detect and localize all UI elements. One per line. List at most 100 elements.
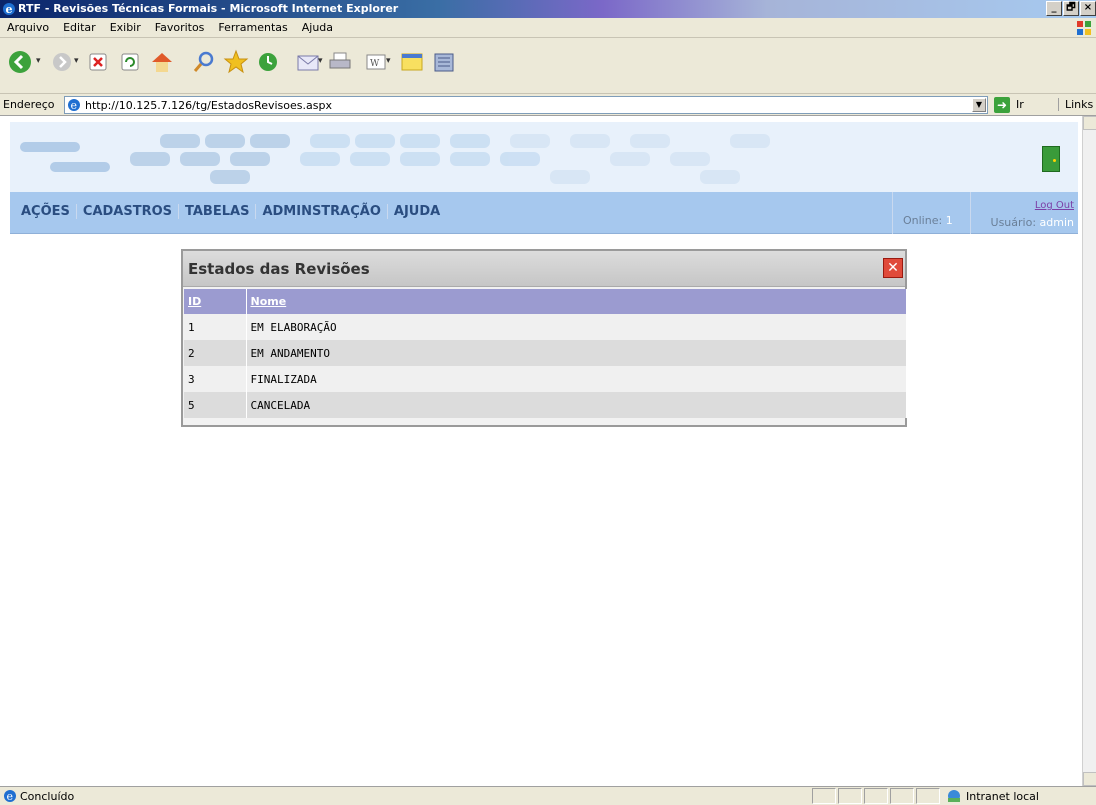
nav-tabelas[interactable]: TABELAS [179, 204, 257, 219]
cell-nome: FINALIZADA [246, 366, 907, 392]
banner-pattern [10, 122, 910, 192]
back-arrow-icon [9, 51, 31, 73]
menu-editar[interactable]: Editar [56, 21, 103, 34]
column-header-id[interactable]: ID [184, 289, 247, 314]
links-label[interactable]: Links [1058, 98, 1093, 111]
cell-id: 5 [184, 392, 247, 418]
address-bar: Endereço e http://10.125.7.126/tg/Estado… [0, 94, 1096, 116]
history-icon [259, 53, 277, 71]
word-icon: W [366, 54, 386, 70]
main-navigation: AÇÕES CADASTROS TABELAS ADMINSTRAÇÃO AJU… [10, 192, 1078, 234]
edit-dropdown-icon[interactable]: ▾ [386, 56, 391, 66]
svg-text:W: W [370, 59, 380, 69]
nav-cadastros[interactable]: CADASTROS [77, 204, 180, 219]
status-bar: e Concluído Intranet local [0, 786, 1096, 805]
mail-icon [297, 55, 319, 71]
status-text: Concluído [20, 790, 75, 803]
nav-acoes[interactable]: AÇÕES [15, 204, 77, 219]
window-controls: _ 🗗 × [1046, 1, 1096, 16]
forward-dropdown-icon[interactable]: ▾ [74, 56, 79, 66]
table-row[interactable]: 2 EM ANDAMENTO [184, 340, 907, 366]
note-icon [401, 53, 423, 71]
cell-nome: EM ANDAMENTO [246, 340, 907, 366]
messenger-button[interactable] [430, 48, 458, 76]
menu-bar: Arquivo Editar Exibir Favoritos Ferramen… [0, 18, 1096, 38]
home-button[interactable] [148, 48, 176, 76]
go-label[interactable]: Ir [1016, 98, 1024, 111]
table-row[interactable]: 5 CANCELADA [184, 392, 907, 418]
search-button[interactable] [190, 48, 218, 76]
estados-table: ID Nome 1 EM ELABORAÇÃO 2 EM ANDAMENTO 3… [184, 289, 907, 418]
table-header-row: ID Nome [184, 289, 907, 314]
nav-ajuda[interactable]: AJUDA [388, 204, 446, 219]
user-indicator: Usuário: admin [991, 216, 1074, 229]
discuss-button[interactable] [398, 48, 426, 76]
table-row[interactable]: 3 FINALIZADA [184, 366, 907, 392]
table-row[interactable]: 1 EM ELABORAÇÃO [184, 314, 907, 340]
maximize-button[interactable]: 🗗 [1063, 1, 1079, 16]
refresh-icon [121, 53, 139, 71]
forward-button[interactable] [48, 48, 76, 76]
print-button[interactable] [326, 48, 354, 76]
user-cell: Log Out Usuário: admin [970, 192, 1078, 234]
status-pane [864, 788, 888, 804]
refresh-button[interactable] [116, 48, 144, 76]
cell-id: 3 [184, 366, 247, 392]
status-pane [812, 788, 836, 804]
user-name: admin [1039, 216, 1074, 229]
svg-text:e: e [71, 99, 78, 112]
column-header-nome[interactable]: Nome [246, 289, 907, 314]
menu-ajuda[interactable]: Ajuda [295, 21, 340, 34]
online-cell: Online: 1 [892, 192, 970, 234]
go-button[interactable]: ➜ [994, 97, 1010, 113]
toolbar: ▾ ▾ ▾ W ▾ [0, 38, 1096, 94]
windows-logo-icon [1077, 21, 1091, 35]
status-pane [916, 788, 940, 804]
session-info: Online: 1 Log Out Usuário: admin [892, 192, 1078, 234]
home-icon [152, 53, 172, 72]
menu-favoritos[interactable]: Favoritos [148, 21, 212, 34]
cell-nome: EM ELABORAÇÃO [246, 314, 907, 340]
status-pane [838, 788, 862, 804]
zone-label: Intranet local [966, 789, 1039, 803]
back-button[interactable] [6, 48, 34, 76]
address-url: http://10.125.7.126/tg/EstadosRevisoes.a… [85, 98, 332, 112]
close-panel-button[interactable]: ✕ [883, 258, 903, 278]
estados-panel: Estados das Revisões ✕ ID Nome 1 EM ELAB… [181, 249, 907, 427]
address-dropdown-icon[interactable]: ▼ [972, 98, 986, 112]
star-icon [223, 49, 249, 74]
scroll-down-icon[interactable] [1083, 772, 1096, 786]
back-dropdown-icon[interactable]: ▾ [36, 56, 41, 66]
menu-exibir[interactable]: Exibir [103, 21, 148, 34]
history-button[interactable] [254, 48, 282, 76]
page-content: AÇÕES CADASTROS TABELAS ADMINSTRAÇÃO AJU… [10, 122, 1078, 786]
close-window-button[interactable]: × [1080, 1, 1096, 16]
stop-button[interactable] [84, 48, 112, 76]
address-input[interactable]: e http://10.125.7.126/tg/EstadosRevisoes… [64, 96, 988, 114]
favorites-button[interactable] [222, 48, 250, 76]
logout-link[interactable]: Log Out [1035, 200, 1074, 211]
page-done-icon: e [4, 790, 16, 803]
window-title: RTF - Revisões Técnicas Formais - Micros… [18, 2, 399, 15]
vertical-scrollbar[interactable] [1082, 116, 1096, 786]
mail-dropdown-icon[interactable]: ▾ [318, 56, 323, 66]
forward-arrow-icon [53, 53, 71, 71]
status-pane [890, 788, 914, 804]
minimize-button[interactable]: _ [1046, 1, 1062, 16]
user-label: Usuário: [990, 216, 1037, 229]
panel-header: Estados das Revisões ✕ [183, 251, 905, 287]
online-indicator: Online: 1 [903, 214, 953, 227]
address-label: Endereço [3, 98, 55, 111]
security-zone: Intranet local [946, 789, 1039, 803]
cell-id: 2 [184, 340, 247, 366]
scroll-up-icon[interactable] [1083, 116, 1096, 130]
exit-door-icon[interactable] [1042, 146, 1060, 172]
intranet-icon [948, 790, 960, 802]
panel-title: Estados das Revisões [188, 260, 370, 278]
nav-links: AÇÕES CADASTROS TABELAS ADMINSTRAÇÃO AJU… [15, 204, 446, 219]
nav-administracao[interactable]: ADMINSTRAÇÃO [256, 204, 388, 219]
window-title-bar: e RTF - Revisões Técnicas Formais - Micr… [0, 0, 1096, 18]
menu-ferramentas[interactable]: Ferramentas [211, 21, 294, 34]
svg-text:e: e [6, 3, 13, 16]
menu-arquivo[interactable]: Arquivo [0, 21, 56, 34]
